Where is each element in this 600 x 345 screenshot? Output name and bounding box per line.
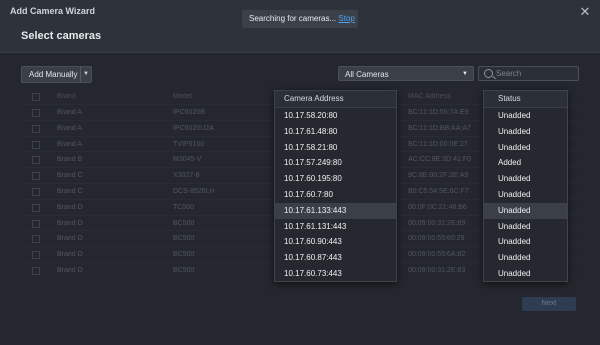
add-manually-button[interactable]: Add Manually ▼ (21, 66, 92, 83)
cell-brand: Brand C (57, 172, 83, 180)
window-title: Add Camera Wizard (10, 6, 95, 16)
chevron-down-icon[interactable]: ▼ (80, 67, 91, 82)
cell-model: DCS-8526LH (173, 188, 215, 195)
status-item[interactable]: Unadded (484, 187, 567, 203)
camera-address-item[interactable]: 10.17.60.7:80 (275, 187, 396, 203)
camera-address-column: Camera Address 10.17.58.20:80 10.17.61.48… (274, 90, 397, 282)
cell-model: X3027-8 (173, 172, 200, 180)
status-item[interactable]: Unadded (484, 140, 567, 156)
row-checkbox[interactable] (32, 219, 40, 228)
row-checkbox[interactable] (32, 267, 40, 275)
cell-brand: Brand B (57, 156, 83, 164)
cell-mac: BC:11:1D:56:7A:E9 (408, 109, 469, 116)
close-icon[interactable]: ✕ (577, 4, 593, 20)
cell-mac: AC:CC:8E:3D:41:F0 (408, 156, 472, 164)
status-item[interactable]: Unadded (484, 266, 567, 282)
cell-mac: BC:11:1D:00:0E:27 (408, 140, 468, 148)
row-checkbox[interactable] (32, 235, 40, 244)
cell-brand: Brand A (57, 140, 82, 148)
searching-notice: Searching for cameras... Stop (242, 10, 358, 28)
add-manually-label: Add Manually (29, 70, 78, 79)
cell-mac: 9C:8E:00:2F:2E:A9 (408, 172, 469, 180)
cell-model: BC500 (173, 267, 195, 274)
cell-brand: Brand A (57, 109, 82, 116)
stop-link[interactable]: Stop (338, 14, 354, 23)
cell-brand: Brand D (57, 267, 83, 274)
camera-address-item[interactable]: 10.17.58.20:80 (275, 108, 396, 124)
row-checkbox[interactable] (32, 251, 40, 260)
status-item[interactable]: Unadded (484, 124, 567, 140)
cell-brand: Brand D (57, 219, 83, 227)
camera-filter-select[interactable]: All Cameras ▼ (338, 66, 474, 81)
status-column: Status Unadded Unadded Unadded Added Unadded… (483, 90, 568, 282)
camera-address-item[interactable]: 10.17.60.195:80 (275, 171, 396, 187)
camera-address-item[interactable]: 10.17.61.131:443 (275, 219, 396, 235)
filter-value: All Cameras (345, 70, 389, 79)
row-checkbox[interactable] (32, 124, 40, 133)
cell-mac: 00:09:00:31:2E:83 (408, 267, 466, 274)
column-header-model[interactable]: Model (173, 93, 192, 100)
search-icon (484, 69, 493, 78)
cell-mac: B0:C5:54:5E:6C:F7 (408, 188, 469, 195)
cell-brand: Brand D (57, 203, 83, 211)
cell-mac: 00:09:00:31:2E:89 (408, 219, 466, 227)
search-field[interactable] (478, 66, 579, 81)
cell-model: TVIP5100 (173, 140, 205, 148)
cell-model: BC500 (173, 251, 195, 259)
row-checkbox[interactable] (32, 188, 40, 196)
cell-brand: Brand D (57, 235, 83, 243)
status-item[interactable]: Unadded (484, 171, 567, 187)
column-header-address[interactable]: Camera Address (275, 91, 396, 108)
select-all-checkbox[interactable] (32, 93, 40, 101)
cell-mac: 00:0F:0C:21:48:B6 (408, 203, 467, 211)
camera-address-item[interactable]: 10.17.60.73:443 (275, 266, 396, 282)
row-checkbox[interactable] (32, 140, 40, 149)
row-checkbox[interactable] (32, 203, 40, 212)
camera-address-item[interactable]: 10.17.60.90:443 (275, 234, 396, 250)
column-header-status[interactable]: Status (484, 91, 567, 108)
camera-address-item[interactable]: 10.17.58.21:80 (275, 140, 396, 156)
cell-brand: Brand A (57, 124, 82, 132)
camera-address-item[interactable]: 10.17.61.48:80 (275, 124, 396, 140)
column-header-brand[interactable]: Brand (57, 93, 76, 100)
camera-address-item[interactable]: 10.17.60.87:443 (275, 250, 396, 266)
cell-model: M3045-V (173, 156, 202, 164)
status-item[interactable]: Unadded (484, 219, 567, 235)
cell-brand: Brand D (57, 251, 83, 259)
search-input[interactable] (496, 68, 576, 79)
chevron-down-icon: ▼ (462, 71, 468, 77)
status-item[interactable]: Unadded (484, 108, 567, 124)
next-button[interactable]: Next (522, 297, 576, 311)
cell-mac: 00:09:00:55:6A:82 (408, 251, 466, 259)
camera-address-item[interactable]: 10.17.57.249:80 (275, 155, 396, 171)
cell-model: BC500 (173, 235, 195, 243)
status-item[interactable]: Unadded (484, 250, 567, 266)
row-checkbox[interactable] (32, 156, 40, 165)
row-checkbox[interactable] (32, 109, 40, 117)
page-title: Select cameras (21, 30, 102, 42)
searching-text: Searching for cameras... (249, 14, 337, 23)
row-checkbox[interactable] (32, 172, 40, 181)
cell-brand: Brand C (57, 188, 83, 195)
status-item[interactable]: Added (484, 155, 567, 171)
cell-mac: BC:11:1D:BB:AA:A7 (408, 124, 471, 132)
cell-model: TC500 (173, 203, 195, 211)
column-header-mac[interactable]: MAC Address (408, 93, 451, 100)
camera-address-item[interactable]: 10.17.61.133:443 (275, 202, 396, 219)
cell-model: IPC6020B (173, 109, 205, 116)
cell-mac: 00:09:00:55:60:29 (408, 235, 465, 243)
status-item[interactable]: Unadded (484, 202, 567, 219)
cell-model: IPC6020U2A (173, 124, 214, 132)
cell-model: BC500 (173, 219, 195, 227)
status-item[interactable]: Unadded (484, 234, 567, 250)
